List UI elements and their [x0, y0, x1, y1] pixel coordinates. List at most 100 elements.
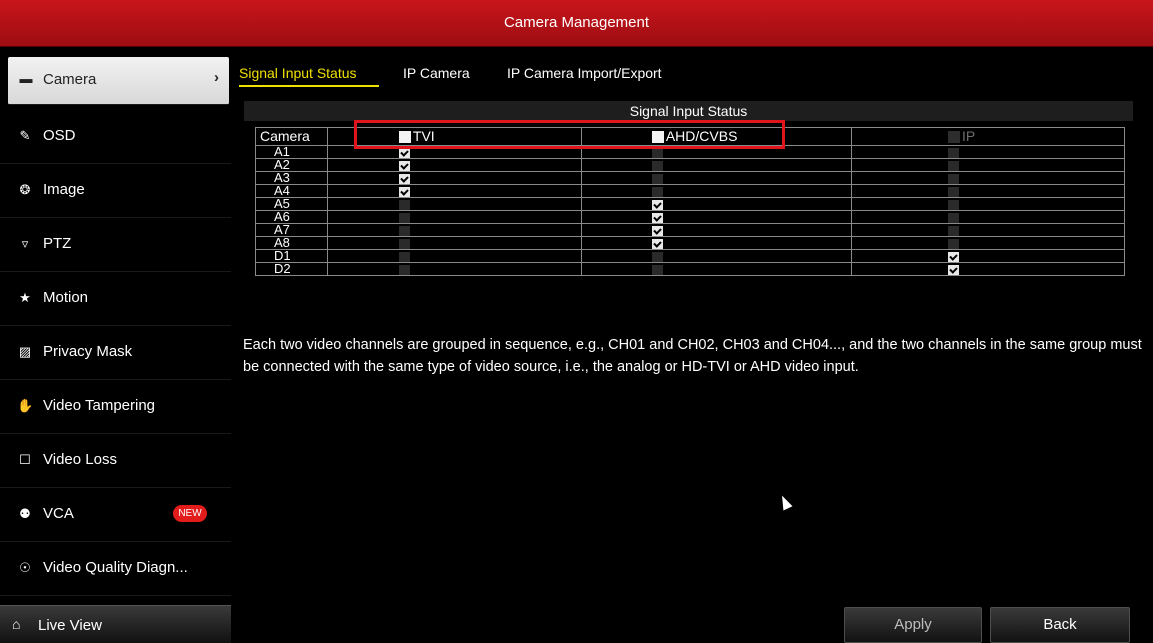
sidebar: ▬ Camera › ✎ OSD ❂ Image ▿ PTZ ★ Motion …	[0, 47, 231, 643]
tvi-cell	[326, 158, 582, 172]
table-row: D1	[255, 249, 1125, 263]
section-title: Signal Input Status	[244, 101, 1133, 121]
column-header-ip-label: IP	[962, 128, 976, 144]
camera-channel-label: A1	[255, 145, 328, 159]
sidebar-item-label: VCA	[43, 505, 74, 522]
ip-cell	[851, 236, 1125, 250]
tvi-checkbox	[398, 264, 410, 275]
ahd-cvbs-cell	[580, 184, 853, 198]
sidebar-item-image[interactable]: ❂ Image	[0, 164, 231, 218]
title-bar: Camera Management	[0, 0, 1153, 47]
ahd-cvbs-checkbox[interactable]	[651, 225, 663, 236]
ahd-cvbs-cell	[580, 171, 853, 185]
tvi-cell	[326, 210, 582, 224]
chevron-right-icon: ›	[214, 69, 219, 86]
highlight-annotation-box	[354, 120, 785, 149]
ip-cell	[851, 145, 1125, 159]
sidebar-item-video-loss[interactable]: ☐ Video Loss	[0, 434, 231, 488]
ahd-cvbs-cell	[580, 158, 853, 172]
tvi-checkbox[interactable]	[398, 160, 410, 171]
window-title: Camera Management	[503, 14, 650, 31]
ip-cell	[851, 184, 1125, 198]
tvi-cell	[326, 171, 582, 185]
column-header-camera: Camera	[255, 127, 328, 146]
ip-checkbox	[948, 147, 960, 158]
ahd-cvbs-checkbox	[651, 147, 663, 158]
ip-checkbox	[948, 186, 960, 197]
camera-channel-label: A5	[255, 197, 328, 211]
ip-checkbox[interactable]	[948, 264, 960, 275]
tab-ip-camera-import-export[interactable]: IP Camera Import/Export	[507, 65, 662, 81]
column-header-ip: IP	[851, 127, 1125, 146]
osd-icon: ✎	[19, 128, 31, 143]
table-row: A6	[255, 210, 1125, 224]
camera-channel-label: A6	[255, 210, 328, 224]
ip-cell	[851, 262, 1125, 276]
sidebar-item-vca[interactable]: ⚉ VCA NEW	[0, 488, 231, 542]
ahd-cvbs-checkbox[interactable]	[651, 238, 663, 249]
video-loss-icon: ☐	[19, 452, 31, 467]
tvi-checkbox	[398, 225, 410, 236]
live-view-button[interactable]: ⌂ Live View	[0, 605, 231, 643]
tvi-cell	[326, 197, 582, 211]
camera-icon: ▬	[19, 71, 33, 86]
ahd-cvbs-checkbox	[651, 186, 663, 197]
camera-channel-label: A4	[255, 184, 328, 198]
sidebar-item-osd[interactable]: ✎ OSD	[0, 110, 231, 164]
ip-checkbox	[948, 199, 960, 210]
tvi-cell	[326, 249, 582, 263]
apply-button[interactable]: Apply	[844, 607, 982, 643]
live-view-label: Live View	[38, 617, 102, 634]
ahd-cvbs-checkbox	[651, 251, 663, 262]
ahd-cvbs-cell	[580, 223, 853, 237]
sidebar-item-ptz[interactable]: ▿ PTZ	[0, 218, 231, 272]
camera-channel-label: A3	[255, 171, 328, 185]
table-row: A7	[255, 223, 1125, 237]
sidebar-item-label: Video Tampering	[43, 397, 156, 414]
tvi-cell	[326, 184, 582, 198]
ahd-cvbs-checkbox[interactable]	[651, 199, 663, 210]
ip-checkbox[interactable]	[948, 251, 960, 262]
ahd-cvbs-checkbox	[651, 264, 663, 275]
ahd-cvbs-cell	[580, 236, 853, 250]
camera-channel-label: D2	[255, 262, 328, 276]
tvi-checkbox[interactable]	[398, 186, 410, 197]
tvi-checkbox[interactable]	[398, 147, 410, 158]
video-quality-icon: ☉	[19, 560, 31, 575]
tvi-cell	[326, 236, 582, 250]
sidebar-item-label: Video Quality Diagn...	[43, 559, 188, 576]
ip-select-all-checkbox	[948, 131, 961, 144]
camera-channel-label: A8	[255, 236, 328, 250]
sidebar-item-motion[interactable]: ★ Motion	[0, 272, 231, 326]
sidebar-item-label: Motion	[43, 289, 89, 306]
tvi-checkbox	[398, 251, 410, 262]
ptz-icon: ▿	[21, 236, 29, 251]
motion-icon: ★	[19, 290, 31, 305]
sidebar-item-video-quality-diagnostics[interactable]: ☉ Video Quality Diagn...	[0, 542, 231, 596]
ip-checkbox	[948, 160, 960, 171]
tvi-checkbox[interactable]	[398, 173, 410, 184]
back-button[interactable]: Back	[990, 607, 1130, 643]
sidebar-item-label: OSD	[43, 127, 76, 144]
table-row: A4	[255, 184, 1125, 198]
table-row: A5	[255, 197, 1125, 211]
sidebar-item-camera[interactable]: ▬ Camera ›	[8, 57, 229, 105]
ahd-cvbs-cell	[580, 210, 853, 224]
ahd-cvbs-checkbox[interactable]	[651, 212, 663, 223]
grouping-note: Each two video channels are grouped in s…	[243, 337, 1142, 375]
ahd-cvbs-checkbox	[651, 173, 663, 184]
tab-signal-input-status[interactable]: Signal Input Status	[239, 65, 357, 81]
table-row: A8	[255, 236, 1125, 250]
tab-ip-camera[interactable]: IP Camera	[403, 65, 470, 81]
ahd-cvbs-cell	[580, 262, 853, 276]
sidebar-item-privacy-mask[interactable]: ▨ Privacy Mask	[0, 326, 231, 380]
tvi-cell	[326, 223, 582, 237]
ip-cell	[851, 223, 1125, 237]
active-tab-underline	[239, 85, 379, 87]
tvi-checkbox	[398, 238, 410, 249]
ip-checkbox	[948, 212, 960, 223]
table-row: A3	[255, 171, 1125, 185]
tvi-checkbox	[398, 212, 410, 223]
ahd-cvbs-cell	[580, 249, 853, 263]
sidebar-item-video-tampering[interactable]: ✋ Video Tampering	[0, 380, 231, 434]
